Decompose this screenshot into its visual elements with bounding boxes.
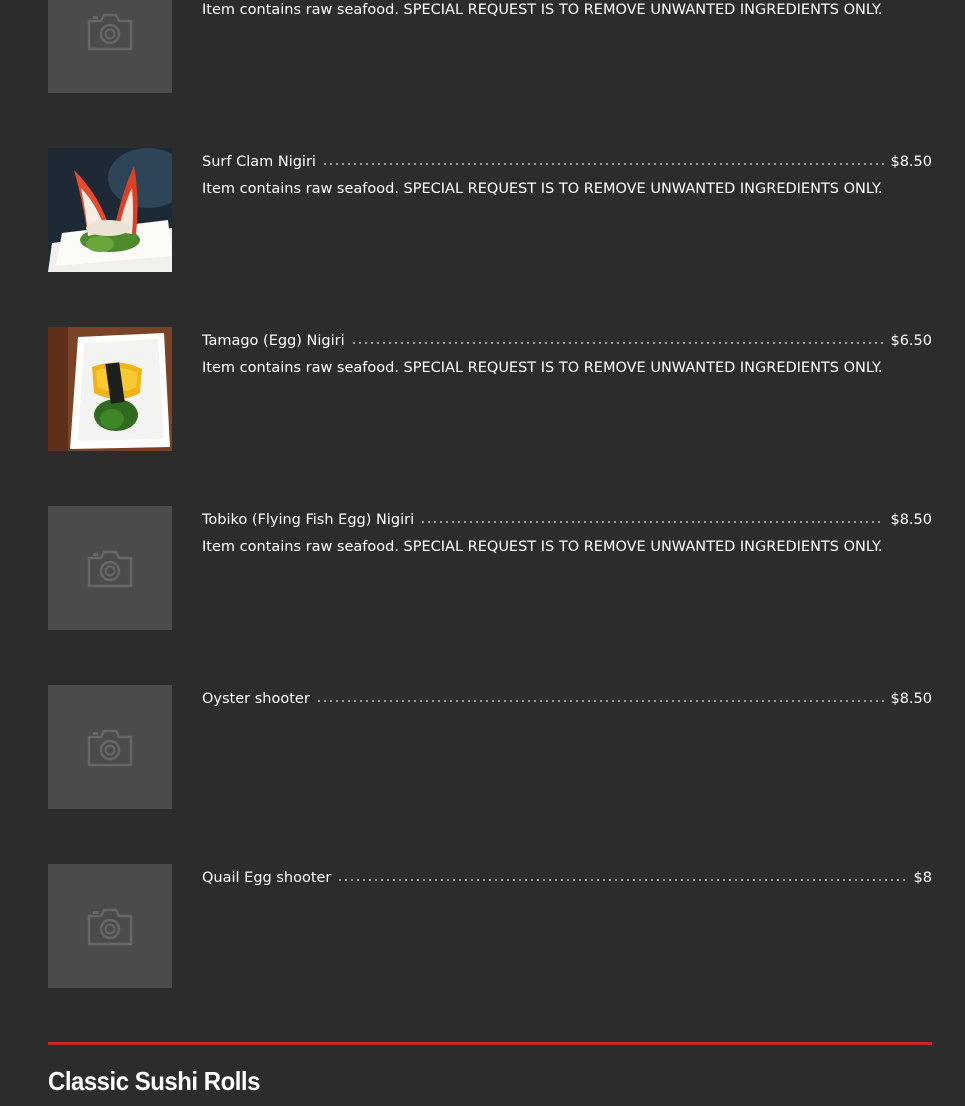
section-title: Classic Sushi Rolls xyxy=(48,1066,260,1096)
item-name: Surf Clam Nigiri xyxy=(202,154,316,170)
item-name: Oyster shooter xyxy=(202,691,310,707)
section-divider xyxy=(48,1042,932,1045)
leader-dots xyxy=(420,521,885,523)
menu-item[interactable]: Oyster shooter $8.50 xyxy=(48,685,932,809)
camera-placeholder-icon xyxy=(87,13,133,51)
leader-dots xyxy=(321,163,885,165)
item-price: $8.50 xyxy=(890,691,932,707)
menu-item[interactable]: Quail Egg shooter $8 xyxy=(48,864,932,988)
item-price: $8.50 xyxy=(890,512,932,528)
item-image-placeholder[interactable] xyxy=(48,506,172,630)
menu-item-partial[interactable]: Item contains raw seafood. SPECIAL REQUE… xyxy=(48,0,932,93)
camera-placeholder-icon xyxy=(87,729,133,767)
surf-clam-photo xyxy=(48,148,172,272)
camera-placeholder-icon xyxy=(87,908,133,946)
item-name: Tamago (Egg) Nigiri xyxy=(202,333,345,349)
leader-dots xyxy=(337,879,908,881)
item-description: Item contains raw seafood. SPECIAL REQUE… xyxy=(202,2,883,18)
item-description: Item contains raw seafood. SPECIAL REQUE… xyxy=(202,360,883,376)
item-description: Item contains raw seafood. SPECIAL REQUE… xyxy=(202,181,883,197)
item-price: $6.50 xyxy=(890,333,932,349)
item-price: $8.50 xyxy=(890,154,932,170)
item-name: Tobiko (Flying Fish Egg) Nigiri xyxy=(202,512,415,528)
menu-item[interactable]: Tamago (Egg) Nigiri $6.50 Item contains … xyxy=(48,327,932,451)
camera-placeholder-icon xyxy=(87,550,133,588)
leader-dots xyxy=(350,342,885,344)
item-image[interactable] xyxy=(48,327,172,451)
item-name: Quail Egg shooter xyxy=(202,870,332,886)
menu-item[interactable]: Surf Clam Nigiri $8.50 Item contains raw… xyxy=(48,148,932,272)
leader-dots xyxy=(315,700,885,702)
item-image[interactable] xyxy=(48,148,172,272)
menu-item[interactable]: Tobiko (Flying Fish Egg) Nigiri $8.50 It… xyxy=(48,506,932,630)
item-price: $8 xyxy=(913,870,932,886)
item-image-placeholder[interactable] xyxy=(48,0,172,93)
item-image-placeholder[interactable] xyxy=(48,685,172,809)
item-image-placeholder[interactable] xyxy=(48,864,172,988)
tamago-photo xyxy=(48,327,172,451)
item-description: Item contains raw seafood. SPECIAL REQUE… xyxy=(202,539,883,555)
